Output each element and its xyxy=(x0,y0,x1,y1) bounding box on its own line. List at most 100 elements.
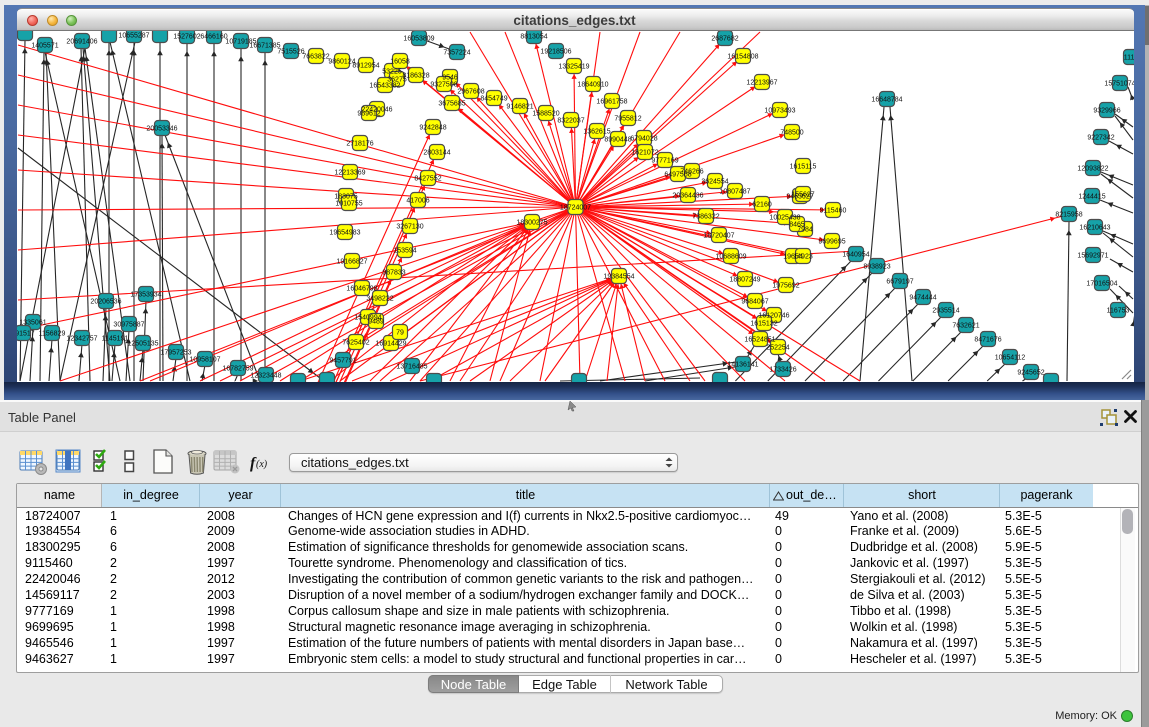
svg-text:987833: 987833 xyxy=(382,270,405,277)
svg-text:2967608: 2967608 xyxy=(457,89,484,96)
svg-text:116753: 116753 xyxy=(1107,308,1130,315)
svg-text:8465: 8465 xyxy=(789,222,805,229)
svg-text:1621072: 1621072 xyxy=(631,150,658,157)
svg-text:8322037: 8322037 xyxy=(557,118,584,125)
svg-text:12093822: 12093822 xyxy=(1077,166,1108,173)
svg-text:9327508: 9327508 xyxy=(430,82,457,89)
svg-text:16648784: 16648784 xyxy=(871,97,902,104)
svg-text:16961758: 16961758 xyxy=(596,99,627,106)
svg-text:10655287: 10655287 xyxy=(118,33,149,40)
svg-text:1244415: 1244415 xyxy=(1078,194,1105,201)
svg-text:1527602: 1527602 xyxy=(173,34,200,41)
svg-text:7625402: 7625402 xyxy=(342,340,369,347)
svg-text:16053809: 16053809 xyxy=(403,36,434,43)
svg-text:18724007: 18724007 xyxy=(560,205,591,212)
svg-text:20691406: 20691406 xyxy=(66,39,97,46)
svg-text:8938923: 8938923 xyxy=(863,264,890,271)
svg-text:1588520: 1588520 xyxy=(532,111,559,118)
svg-text:12323448: 12323448 xyxy=(250,373,281,380)
svg-text:18300275: 18300275 xyxy=(516,220,547,227)
svg-text:9457791: 9457791 xyxy=(329,358,356,365)
svg-text:7515526: 7515526 xyxy=(277,49,304,56)
svg-text:417006: 417006 xyxy=(406,198,429,205)
svg-text:9245652: 9245652 xyxy=(1017,370,1044,377)
svg-text:(x): (x) xyxy=(256,459,268,470)
svg-text:10807487: 10807487 xyxy=(719,189,750,196)
svg-text:9699695: 9699695 xyxy=(818,239,845,246)
svg-text:9489: 9489 xyxy=(368,319,384,326)
svg-text:19654983: 19654983 xyxy=(329,230,360,237)
svg-text:20364436: 20364436 xyxy=(672,193,703,200)
svg-text:391517: 391517 xyxy=(11,331,34,338)
svg-text:9684067: 9684067 xyxy=(741,299,768,306)
svg-text:6679197: 6679197 xyxy=(886,279,913,286)
svg-text:8990448: 8990448 xyxy=(604,137,631,144)
svg-text:1615132: 1615132 xyxy=(750,321,777,328)
svg-text:9546: 9546 xyxy=(442,75,458,82)
svg-text:17016504: 17016504 xyxy=(1086,281,1117,288)
svg-text:8215958: 8215958 xyxy=(1055,212,1082,219)
svg-text:10025438: 10025438 xyxy=(769,215,800,222)
svg-text:16046798: 16046798 xyxy=(346,286,377,293)
svg-text:16524851: 16524851 xyxy=(744,337,775,344)
svg-text:153594: 153594 xyxy=(393,248,416,255)
svg-text:8427552: 8427552 xyxy=(414,176,441,183)
svg-text:20053346: 20053346 xyxy=(146,126,177,133)
svg-text:9115460: 9115460 xyxy=(820,208,847,215)
svg-text:18807249: 18807249 xyxy=(729,277,760,284)
svg-text:12213967: 12213967 xyxy=(746,80,777,87)
svg-text:30975887: 30975887 xyxy=(113,322,144,329)
svg-text:14923: 14923 xyxy=(793,254,813,261)
svg-text:8912954: 8912954 xyxy=(352,63,379,70)
svg-text:1975692: 1975692 xyxy=(772,283,799,290)
svg-text:1335061: 1335061 xyxy=(19,320,46,327)
svg-text:1640954: 1640954 xyxy=(842,252,869,259)
svg-text:10958107: 10958107 xyxy=(189,357,220,364)
svg-text:16671385: 16671385 xyxy=(249,43,280,50)
svg-text:6466160: 6466160 xyxy=(200,34,227,41)
svg-text:10973493: 10973493 xyxy=(764,108,795,115)
svg-text:989612: 989612 xyxy=(357,111,380,118)
svg-text:9242848: 9242848 xyxy=(419,125,446,132)
svg-text:155627: 155627 xyxy=(791,192,814,199)
svg-text:8186328: 8186328 xyxy=(402,73,429,80)
svg-text:12342757: 12342757 xyxy=(66,336,97,343)
svg-text:8813054: 8813054 xyxy=(520,34,547,41)
svg-text:2687682: 2687682 xyxy=(711,36,738,43)
svg-text:7632621: 7632621 xyxy=(952,323,979,330)
svg-text:746266: 746266 xyxy=(680,169,703,176)
svg-text:8454749: 8454749 xyxy=(480,96,507,103)
svg-text:16210643: 16210643 xyxy=(1079,225,1110,232)
svg-text:18640910: 18640910 xyxy=(577,82,608,89)
svg-text:3624554: 3624554 xyxy=(701,179,728,186)
svg-text:13716485: 13716485 xyxy=(396,364,427,371)
svg-text:16914429: 16914429 xyxy=(375,341,406,348)
svg-text:9474444: 9474444 xyxy=(909,295,936,302)
svg-text:252254: 252254 xyxy=(766,345,789,352)
svg-text:18720407: 18720407 xyxy=(703,233,734,240)
svg-text:1615115: 1615115 xyxy=(790,164,817,171)
svg-text:62160: 62160 xyxy=(752,202,772,209)
svg-text:2803144: 2803144 xyxy=(423,150,450,157)
svg-text:16782759: 16782759 xyxy=(222,366,253,373)
svg-text:12505135: 12505135 xyxy=(127,341,158,348)
svg-text:1405571: 1405571 xyxy=(31,43,58,50)
svg-text:13325419: 13325419 xyxy=(558,64,589,71)
svg-text:19166827: 19166827 xyxy=(336,259,367,266)
svg-text:8471676: 8471676 xyxy=(974,337,1001,344)
svg-text:1156829: 1156829 xyxy=(39,331,66,338)
svg-text:20206536: 20206536 xyxy=(90,299,121,306)
svg-text:79: 79 xyxy=(396,330,404,337)
svg-text:9146821: 9146821 xyxy=(506,104,533,111)
svg-text:16154808: 16154808 xyxy=(727,54,758,61)
svg-text:7357224: 7357224 xyxy=(443,50,470,57)
svg-text:1733426: 1733426 xyxy=(769,367,796,374)
svg-text:15751074: 15751074 xyxy=(1104,81,1135,88)
svg-text:1112: 1112 xyxy=(1124,55,1139,62)
svg-text:1145191: 1145191 xyxy=(102,336,129,343)
svg-text:12213369: 12213369 xyxy=(334,170,365,177)
svg-text:19384554: 19384554 xyxy=(603,274,634,281)
svg-text:53225: 53225 xyxy=(382,69,402,76)
svg-text:7955812: 7955812 xyxy=(614,116,641,123)
svg-text:3498222: 3498222 xyxy=(366,296,393,303)
